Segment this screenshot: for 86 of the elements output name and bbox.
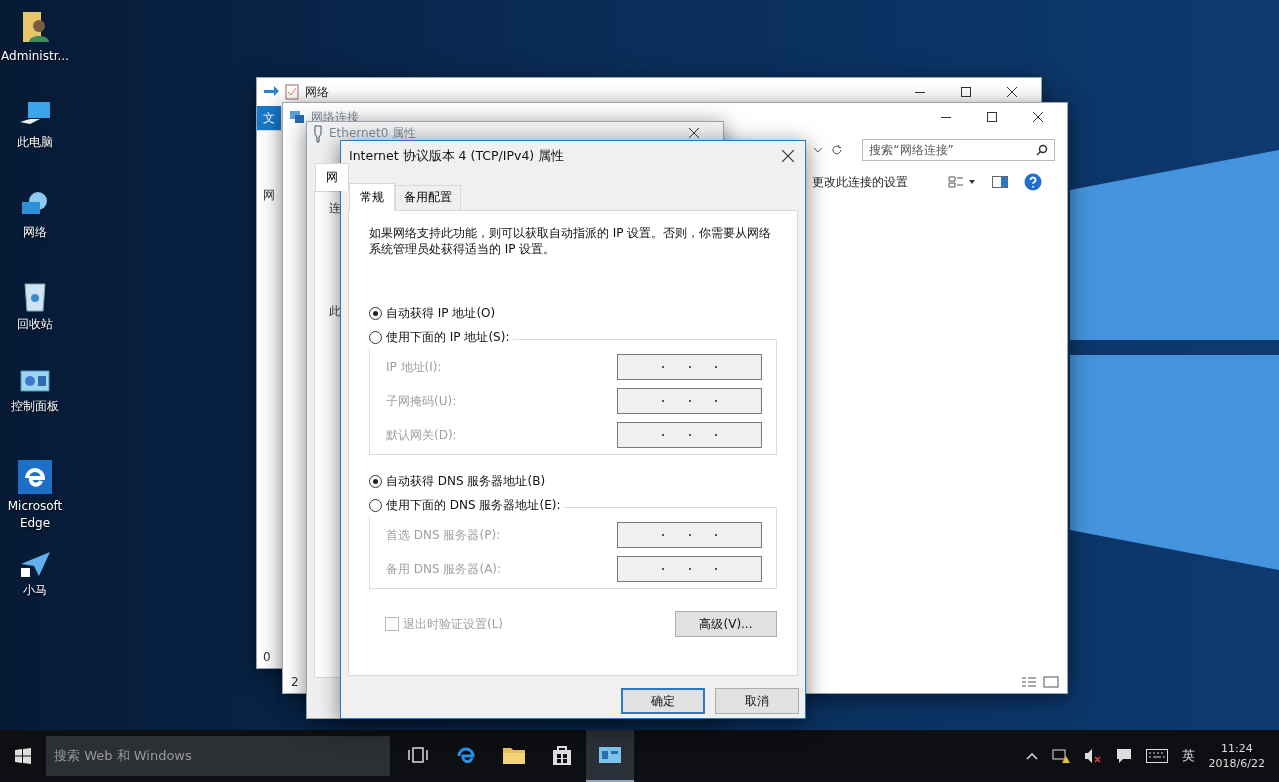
network-icon (289, 109, 305, 125)
field-label: 连 (329, 200, 341, 217)
folder-icon[interactable] (502, 745, 526, 765)
minimize-icon (915, 91, 925, 93)
dot-separator (688, 400, 691, 402)
preview-pane-icon[interactable] (992, 176, 1008, 188)
keyboard-icon[interactable] (1145, 749, 1168, 763)
dot-separator (662, 434, 665, 436)
desktop-shortcut[interactable]: 此电脑 (0, 100, 70, 174)
desktop-shortcut[interactable]: Administr... (0, 10, 70, 84)
network-warning-icon[interactable] (1051, 748, 1070, 764)
control-panel-icon (20, 370, 50, 394)
field-label: 首选 DNS 服务器(P): (386, 526, 501, 544)
task-view-icon[interactable] (408, 747, 428, 763)
ip-address-field[interactable] (617, 388, 762, 414)
dialog-tab[interactable]: 备用配置 (395, 185, 461, 211)
dot-separator (714, 534, 717, 536)
dialog-tab[interactable]: 网 (315, 163, 349, 191)
field-label: IP 地址(I): (386, 358, 442, 376)
window-title: 网络 (305, 83, 329, 101)
taskbar-app[interactable] (586, 730, 634, 782)
ip-address-field[interactable] (617, 354, 762, 380)
field-label: 备用 DNS 服务器(A): (386, 560, 502, 578)
recycle-bin-icon (22, 280, 48, 312)
cancel-button[interactable]: 取消 (715, 688, 799, 714)
checklist-icon[interactable] (285, 84, 299, 100)
help-icon[interactable] (1024, 173, 1042, 191)
description-text: 如果网络支持此功能，则可以获取自动指派的 IP 设置。否则，你需要从网络系统管理员处获得适当的 IP 设置。 (369, 225, 773, 257)
network-adapter-icon (313, 125, 323, 143)
clock[interactable]: 11:24 2018/6/22 (1208, 741, 1265, 771)
taskbar-search-field[interactable]: 搜索 Web 和 Windows (46, 736, 390, 776)
quick-access-icon[interactable] (263, 85, 279, 99)
chevron-down-icon[interactable] (813, 146, 823, 154)
file-tab[interactable]: 文 (257, 106, 281, 130)
shopping-bag-icon[interactable] (552, 744, 572, 766)
advanced-button[interactable]: 高级(V)... (675, 611, 777, 637)
desktop-shortcut[interactable]: Microsoft Edge (0, 460, 70, 534)
toolbar-text: 网 (263, 187, 275, 204)
paper-plane-icon (19, 550, 51, 578)
ip-address-field[interactable] (617, 422, 762, 448)
dialog-title: Internet 协议版本 4 (TCP/IPv4) 属性 (349, 147, 565, 165)
dot-separator (688, 366, 691, 368)
command-link[interactable]: 更改此连接的设置 (812, 173, 908, 191)
dialog-tab[interactable]: 常规 (349, 183, 395, 211)
search-icon (1036, 144, 1048, 156)
view-toggle-icon[interactable] (1021, 676, 1059, 688)
start-icon[interactable] (15, 748, 31, 764)
browser-e-icon (18, 460, 52, 494)
refresh-icon[interactable] (830, 144, 843, 156)
dot-separator (662, 534, 665, 536)
ip-address-field[interactable] (617, 556, 762, 582)
desktop-shortcut[interactable]: 网络 (0, 190, 70, 264)
close-icon (689, 128, 699, 138)
field-label: 默认网关(D): (386, 426, 457, 444)
desktop-shortcut[interactable]: 控制面板 (0, 370, 70, 444)
dot-separator (714, 400, 717, 402)
chevron-up-icon[interactable] (1025, 752, 1038, 760)
dot-separator (688, 534, 691, 536)
ip-address-field[interactable] (617, 522, 762, 548)
minimize-icon (941, 116, 951, 118)
dot-separator (714, 366, 717, 368)
dot-separator (662, 568, 665, 570)
speaker-muted-icon[interactable] (1083, 748, 1102, 764)
close-icon (782, 150, 794, 162)
desktop-shortcut[interactable]: 回收站 (0, 280, 70, 354)
maximize-icon (987, 112, 997, 122)
dot-separator (714, 568, 717, 570)
close-icon (1007, 87, 1017, 97)
field-label: 子网掩码(U): (386, 392, 457, 410)
dot-separator (688, 568, 691, 570)
view-options-icon[interactable] (948, 176, 976, 188)
search-field[interactable]: 搜索“网络连接” (862, 139, 1055, 161)
status-text: 2 (291, 675, 299, 689)
status-text: 0 (263, 650, 271, 664)
notification-icon[interactable] (1115, 748, 1132, 764)
close-icon (1033, 112, 1043, 122)
maximize-icon (961, 87, 971, 97)
dot-separator (662, 366, 665, 368)
window-title: Ethernet0 属性 (329, 125, 417, 142)
ok-button[interactable]: 确定 (621, 688, 705, 714)
dot-separator (662, 400, 665, 402)
desktop-shortcut[interactable]: 小马 (0, 550, 70, 624)
dot-separator (688, 434, 691, 436)
dot-separator (714, 434, 717, 436)
input-method-indicator[interactable]: 英 (1181, 747, 1195, 765)
control-panel-icon[interactable] (598, 746, 622, 764)
